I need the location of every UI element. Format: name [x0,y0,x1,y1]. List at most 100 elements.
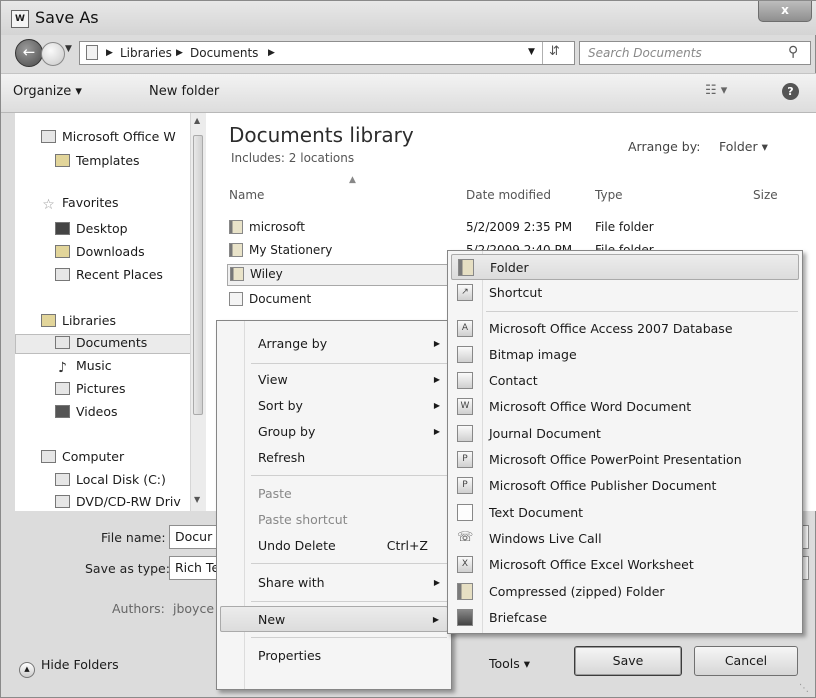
scroll-down-icon[interactable]: ▼ [194,495,200,504]
nav-item-documents[interactable]: Documents [55,335,147,350]
downloads-icon [55,245,70,258]
breadcrumb-separator-icon[interactable]: ▶ [106,48,113,58]
shortcut-icon: ↗ [457,284,473,301]
arrange-by-dropdown[interactable]: Folder ▾ [719,139,768,154]
submenu-item-briefcase[interactable]: Briefcase [451,605,799,631]
menu-item-properties[interactable]: Properties [220,643,448,669]
nav-item-downloads[interactable]: Downloads [55,244,145,259]
submenu-item-shortcut[interactable]: ↗ Shortcut [451,280,799,306]
column-header-date-modified[interactable]: Date modified [466,188,551,202]
nav-item-libraries[interactable]: Libraries [41,313,116,328]
menu-item-paste[interactable]: Paste [220,481,448,507]
close-button[interactable]: x [758,1,812,22]
cancel-button[interactable]: Cancel [694,646,798,676]
breadcrumb-documents[interactable]: Documents [190,46,258,60]
folder-icon [55,154,70,167]
submenu-item-contact[interactable]: Contact [451,368,799,394]
breadcrumb-separator-icon[interactable]: ▶ [176,48,183,58]
column-header-size[interactable]: Size [753,188,778,202]
menu-separator [251,563,447,564]
scrollbar-thumb[interactable] [193,135,203,415]
nav-item-templates[interactable]: Templates [55,153,140,168]
zip-folder-icon [457,583,473,600]
menu-separator [486,311,798,312]
authors-value[interactable]: jboyce [173,601,214,616]
title-bar[interactable]: W Save As x [1,1,816,35]
menu-item-refresh[interactable]: Refresh [220,445,448,471]
submenu-item-word-document[interactable]: W Microsoft Office Word Document [451,394,799,420]
menu-item-share-with[interactable]: Share with ▶ [220,570,448,596]
menu-item-new[interactable]: New ▶ [220,606,448,632]
nav-item-favorites[interactable]: ☆ Favorites [41,195,118,213]
submenu-item-publisher-document[interactable]: P Microsoft Office Publisher Document [451,473,799,499]
library-title: Documents library [229,123,414,147]
nav-item-microsoft-office-word[interactable]: Microsoft Office W [41,129,176,144]
scroll-up-icon[interactable]: ▲ [194,116,200,125]
address-dropdown-icon[interactable]: ▼ [528,47,535,57]
submenu-arrow-icon: ▶ [433,578,440,587]
refresh-icon[interactable]: ⇵ [549,44,560,59]
submenu-item-compressed-folder[interactable]: Compressed (zipped) Folder [451,579,799,605]
divider [542,42,543,64]
nav-item-videos[interactable]: Videos [55,404,118,419]
column-header-name[interactable]: Name [229,188,264,202]
menu-item-group-by[interactable]: Group by ▶ [220,419,448,445]
search-placeholder: Search Documents [588,46,702,60]
help-icon[interactable]: ? [782,83,799,100]
submenu-item-access-database[interactable]: A Microsoft Office Access 2007 Database [451,316,799,342]
tools-menu-button[interactable]: Tools ▾ [489,656,530,671]
submenu-item-powerpoint-presentation[interactable]: P Microsoft Office PowerPoint Presentatio… [451,447,799,473]
submenu-item-folder[interactable]: Folder [451,254,799,280]
publisher-icon: P [457,477,473,494]
star-icon: ☆ [42,197,55,213]
nav-item-pictures[interactable]: Pictures [55,381,126,396]
search-icon[interactable]: ⚲ [788,44,798,60]
breadcrumb-separator-icon[interactable]: ▶ [268,48,275,58]
submenu-item-windows-live-call[interactable]: ☏ Windows Live Call [451,526,799,552]
nav-scrollbar[interactable]: ▲ ▼ [190,113,206,511]
submenu-item-bitmap-image[interactable]: Bitmap image [451,342,799,368]
sort-arrow-icon: ▲ [349,175,356,185]
menu-separator [251,363,447,364]
breadcrumb-libraries[interactable]: Libraries [120,46,172,60]
nav-item-music[interactable]: ♪ Music [55,358,112,376]
nav-item-recent-places[interactable]: Recent Places [55,267,163,282]
back-button[interactable]: ← [15,39,43,67]
nav-item-local-disk[interactable]: Local Disk (C:) [55,472,166,487]
save-as-type-label: Save as type: [85,561,170,576]
forward-button[interactable] [41,42,65,66]
shortcut-text: Ctrl+Z [386,538,428,553]
organize-menu-button[interactable]: Organize ▾ [13,84,82,99]
hide-folders-button[interactable]: ▲ Hide Folders [19,657,119,678]
library-subtitle[interactable]: Includes: 2 locations [231,151,354,165]
submenu-arrow-icon: ▶ [433,339,440,348]
submenu-item-journal-document[interactable]: Journal Document [451,421,799,447]
column-header-type[interactable]: Type [595,188,623,202]
nav-item-dvd-drive[interactable]: DVD/CD-RW Driv [55,494,181,509]
new-folder-button[interactable]: New folder [149,84,219,99]
resize-grip-icon[interactable]: ⋱ [799,683,809,694]
menu-item-view[interactable]: View ▶ [220,367,448,393]
history-dropdown-icon[interactable]: ▼ [65,44,72,54]
submenu-item-text-document[interactable]: Text Document [451,500,799,526]
computer-icon [41,450,56,463]
menu-item-undo-delete[interactable]: Undo Delete Ctrl+Z [220,533,448,559]
menu-item-sort-by[interactable]: Sort by ▶ [220,393,448,419]
menu-item-arrange-by[interactable]: Arrange by ▶ [220,331,448,357]
save-button[interactable]: Save [574,646,682,676]
pictures-icon [55,382,70,395]
nav-item-desktop[interactable]: Desktop [55,221,128,236]
file-row[interactable]: microsoft 5/2/2009 2:35 PM File folder [229,217,809,239]
folder-icon [229,243,243,257]
word-icon [41,130,56,143]
word-icon: W [11,10,29,28]
views-menu-icon[interactable]: ☷ ▾ [705,83,727,98]
address-bar[interactable]: ▶ Libraries ▶ Documents ▶ ▼ ⇵ [79,41,575,65]
file-row-selected[interactable]: Wiley [227,264,461,286]
nav-item-computer[interactable]: Computer [41,449,124,464]
live-call-icon: ☏ [457,530,474,545]
search-input[interactable]: Search Documents ⚲ [579,41,811,65]
libraries-icon [41,314,56,327]
submenu-item-excel-worksheet[interactable]: X Microsoft Office Excel Worksheet [451,552,799,578]
menu-item-paste-shortcut[interactable]: Paste shortcut [220,507,448,533]
